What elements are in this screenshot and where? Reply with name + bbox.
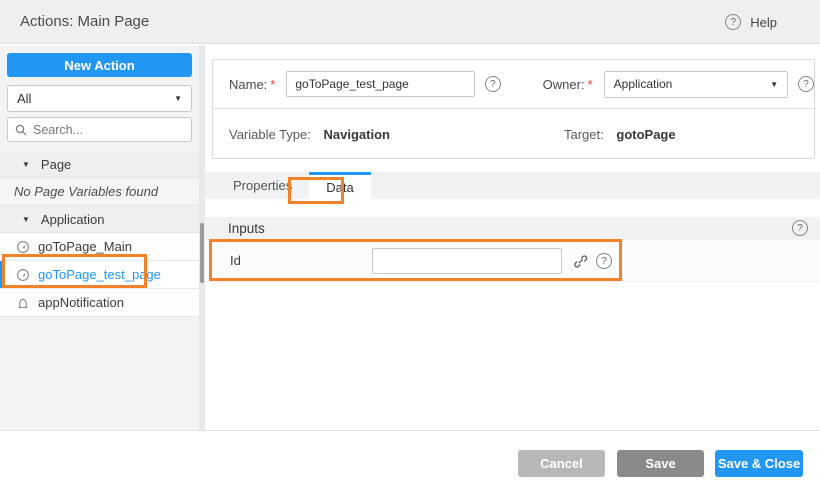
save-button[interactable]: Save xyxy=(617,450,704,477)
save-and-close-button[interactable]: Save & Close xyxy=(715,450,803,477)
target-value: gotoPage xyxy=(616,127,675,142)
action-properties-box: Name:* ? Owner:* Application ▼ ? Variabl… xyxy=(212,59,815,159)
sidebar-scrollbar-thumb[interactable] xyxy=(200,223,204,283)
new-action-button[interactable]: New Action xyxy=(7,53,192,77)
input-row-id: Id ? xyxy=(205,240,820,282)
help-icon[interactable]: ? xyxy=(792,220,808,236)
caret-down-icon: ▼ xyxy=(22,215,30,224)
id-field-label: Id xyxy=(230,253,241,268)
inputs-section-title: Inputs xyxy=(228,221,265,236)
dialog-footer: Cancel Save Save & Close xyxy=(0,430,820,490)
tree-group-label: Page xyxy=(41,157,71,172)
actions-sidebar: New Action All ▼ ▼ Page No Page Variable… xyxy=(0,45,199,430)
notification-icon xyxy=(16,296,30,310)
filter-dropdown-value: All xyxy=(17,91,31,106)
type-target-row: Variable Type: Navigation Target: gotoPa… xyxy=(213,110,814,158)
variable-type-value: Navigation xyxy=(324,127,390,142)
name-label: Name:* xyxy=(229,77,275,92)
navigate-icon xyxy=(16,240,30,254)
chevron-down-icon: ▼ xyxy=(770,80,778,89)
tab-bar: Properties Data xyxy=(205,172,820,199)
chevron-down-icon: ▼ xyxy=(174,94,182,103)
caret-down-icon: ▼ xyxy=(22,160,30,169)
help-icon[interactable]: ? xyxy=(485,76,501,92)
search-icon xyxy=(15,124,27,136)
link-icon[interactable] xyxy=(571,252,589,270)
tree-item-gotopage-main[interactable]: goToPage_Main xyxy=(0,233,199,261)
help-label: Help xyxy=(750,15,777,30)
action-detail-panel: Name:* ? Owner:* Application ▼ ? Variabl… xyxy=(205,45,820,430)
actions-dialog: Actions: Main Page ? Help New Action All… xyxy=(0,0,820,490)
navigate-icon xyxy=(16,268,30,282)
inputs-section-header: Inputs ? xyxy=(205,217,820,240)
search-input[interactable] xyxy=(33,123,194,137)
dialog-header: Actions: Main Page ? Help xyxy=(0,0,820,44)
id-field-input[interactable] xyxy=(372,248,562,274)
search-box[interactable] xyxy=(7,117,192,142)
name-input[interactable] xyxy=(286,71,474,97)
target-label: Target: xyxy=(564,127,604,142)
tree-item-gotopage-test-page[interactable]: goToPage_test_page xyxy=(0,261,199,289)
required-asterisk: * xyxy=(588,77,593,92)
tab-properties[interactable]: Properties xyxy=(216,172,309,199)
page-empty-message: No Page Variables found xyxy=(0,178,199,206)
tree-item-appnotification[interactable]: appNotification xyxy=(0,289,199,317)
tree-item-label: goToPage_Main xyxy=(38,239,132,254)
target: Target: gotoPage xyxy=(564,127,676,142)
owner-dropdown-value: Application xyxy=(614,77,673,91)
variables-tree: ▼ Page No Page Variables found ▼ Applica… xyxy=(0,151,199,317)
cancel-button[interactable]: Cancel xyxy=(518,450,605,477)
help-button[interactable]: ? Help xyxy=(725,0,777,44)
tab-data[interactable]: Data xyxy=(309,172,370,199)
owner-label: Owner:* xyxy=(543,77,593,92)
tree-group-page[interactable]: ▼ Page xyxy=(0,151,199,178)
tree-item-label: goToPage_test_page xyxy=(38,267,161,282)
selected-indicator xyxy=(0,261,4,288)
page-title: Actions: Main Page xyxy=(20,0,149,44)
name-owner-row: Name:* ? Owner:* Application ▼ ? xyxy=(213,60,814,109)
variable-type: Variable Type: Navigation xyxy=(229,127,390,142)
help-icon[interactable]: ? xyxy=(596,253,612,269)
variable-type-label: Variable Type: xyxy=(229,127,311,142)
owner-dropdown[interactable]: Application ▼ xyxy=(604,71,788,98)
help-icon[interactable]: ? xyxy=(798,76,814,92)
tree-item-label: appNotification xyxy=(38,295,124,310)
filter-dropdown[interactable]: All ▼ xyxy=(7,85,192,112)
tree-group-application[interactable]: ▼ Application xyxy=(0,206,199,233)
required-asterisk: * xyxy=(270,77,275,92)
help-icon: ? xyxy=(725,14,741,30)
tree-group-label: Application xyxy=(41,212,105,227)
